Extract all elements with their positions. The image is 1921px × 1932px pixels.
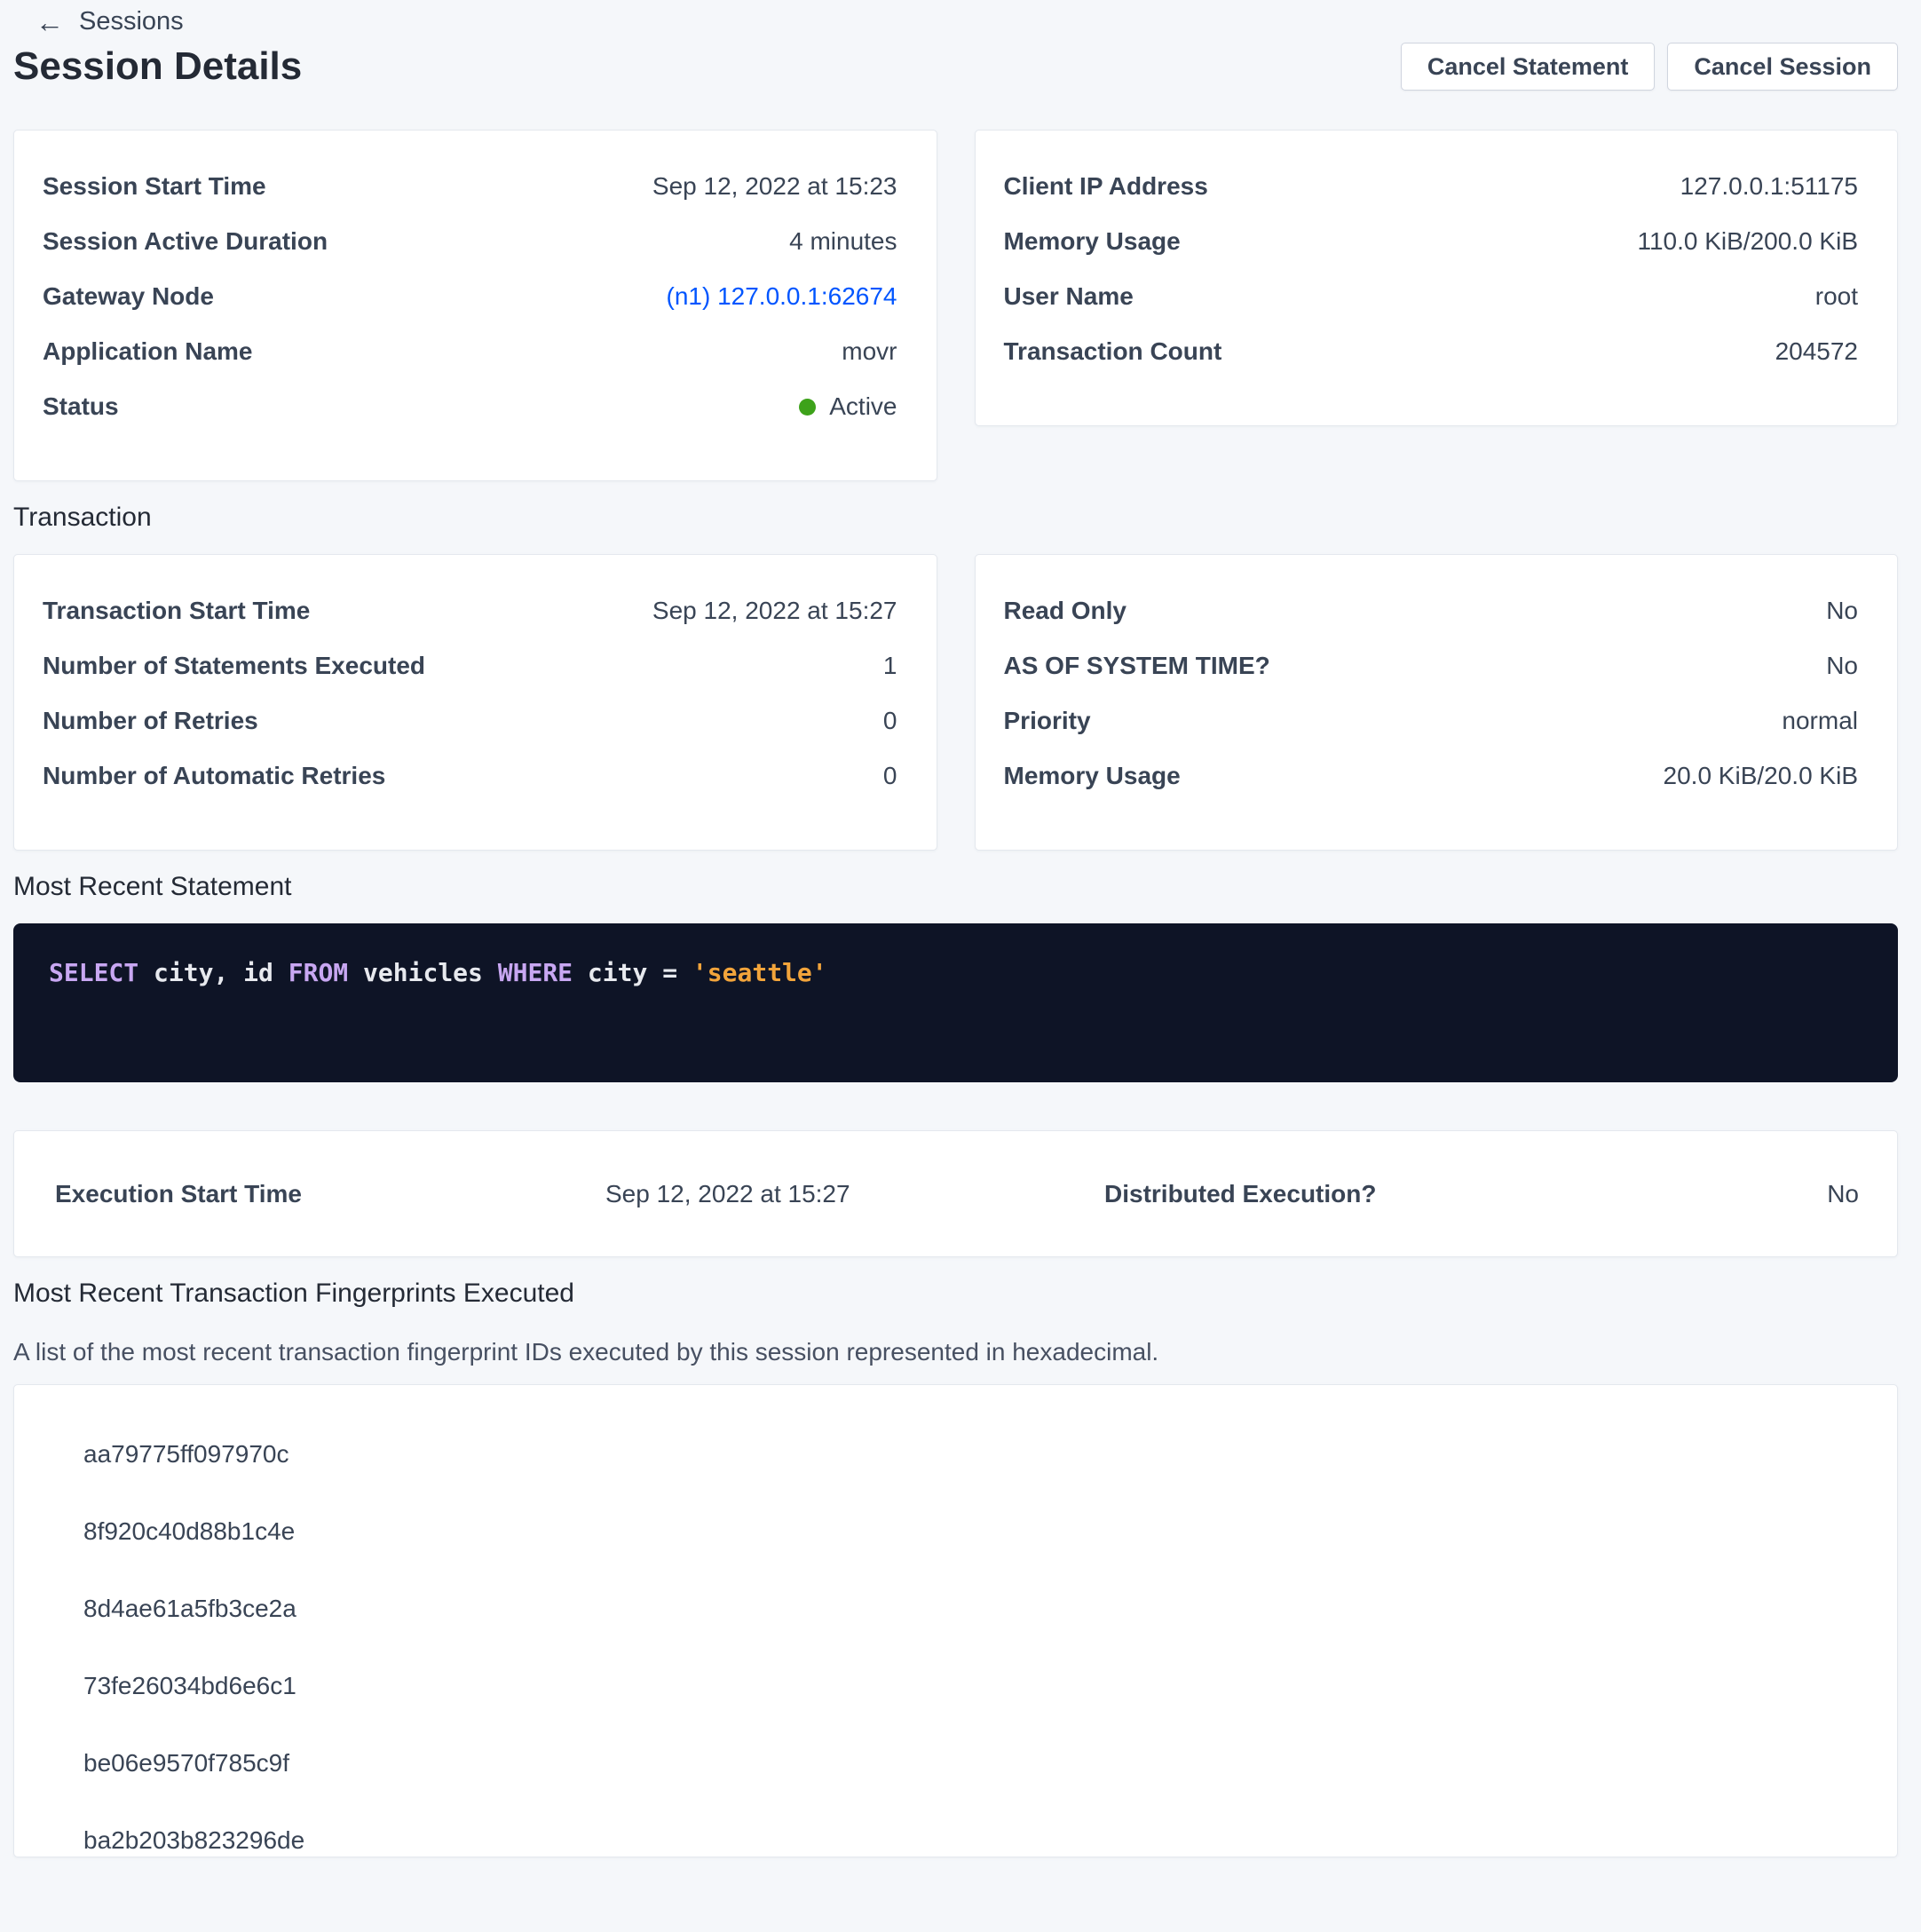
memory-usage-row: Memory Usage 110.0 KiB/200.0 KiB <box>1004 214 1859 269</box>
application-name-row: Application Name movr <box>43 324 897 379</box>
row-value: 110.0 KiB/200.0 KiB <box>1637 227 1858 256</box>
statements-executed-row: Number of Statements Executed 1 <box>43 638 897 693</box>
row-value: No <box>1826 652 1858 680</box>
fingerprint-item: aa79775ff097970c <box>83 1415 1858 1493</box>
back-to-sessions-link[interactable]: ← Sessions <box>36 7 184 36</box>
transaction-info-card: Transaction Start Time Sep 12, 2022 at 1… <box>13 554 937 851</box>
session-summary-grid: Session Start Time Sep 12, 2022 at 15:23… <box>13 130 1898 481</box>
page-title: Session Details <box>13 44 302 89</box>
sql-text: vehicles <box>348 958 498 987</box>
row-value: 20.0 KiB/20.0 KiB <box>1664 762 1858 790</box>
fingerprint-item: 8f920c40d88b1c4e <box>83 1493 1858 1570</box>
row-label: Application Name <box>43 337 252 366</box>
row-value: 0 <box>883 762 897 790</box>
fingerprint-item: ba2b203b823296de <box>83 1801 1858 1857</box>
row-value: No <box>1826 597 1858 625</box>
client-info-card: Client IP Address 127.0.0.1:51175 Memory… <box>975 130 1899 426</box>
distributed-execution-row: Distributed Execution? No <box>1104 1180 1859 1208</box>
transaction-properties-card: Read Only No AS OF SYSTEM TIME? No Prior… <box>975 554 1899 851</box>
fingerprint-item: be06e9570f785c9f <box>83 1724 1858 1801</box>
user-name-row: User Name root <box>1004 269 1859 324</box>
cancel-statement-button[interactable]: Cancel Statement <box>1401 43 1656 91</box>
row-label: Client IP Address <box>1004 172 1208 201</box>
fingerprints-description: A list of the most recent transaction fi… <box>13 1337 1898 1367</box>
retries-row: Number of Retries 0 <box>43 693 897 748</box>
row-value: 204572 <box>1775 337 1858 366</box>
sql-text: city, id <box>138 958 289 987</box>
automatic-retries-row: Number of Automatic Retries 0 <box>43 748 897 804</box>
distributed-execution-value: No <box>1827 1180 1859 1208</box>
row-label: Status <box>43 392 119 421</box>
sql-text: city = <box>573 958 692 987</box>
row-label: Priority <box>1004 707 1091 735</box>
row-label: Read Only <box>1004 597 1127 625</box>
row-label: Memory Usage <box>1004 762 1181 790</box>
gateway-node-row: Gateway Node (n1) 127.0.0.1:62674 <box>43 269 897 324</box>
sql-keyword: FROM <box>289 958 348 987</box>
as-of-system-time-row: AS OF SYSTEM TIME? No <box>1004 638 1859 693</box>
row-value: normal <box>1782 707 1858 735</box>
row-label: Number of Automatic Retries <box>43 762 385 790</box>
sql-statement-box: SELECT city, id FROM vehicles WHERE city… <box>13 923 1898 1082</box>
gateway-node-link[interactable]: (n1) 127.0.0.1:62674 <box>667 282 897 311</box>
transaction-count-row: Transaction Count 204572 <box>1004 324 1859 379</box>
row-value: root <box>1815 282 1858 311</box>
status-row: Status Active <box>43 379 897 434</box>
sql-keyword: SELECT <box>49 958 138 987</box>
execution-start-time-label: Execution Start Time <box>55 1180 605 1208</box>
row-value: 0 <box>883 707 897 735</box>
header-row: Session Details Cancel Statement Cancel … <box>13 43 1898 91</box>
transaction-section-heading: Transaction <box>13 503 1898 533</box>
fingerprints-section-heading: Most Recent Transaction Fingerprints Exe… <box>13 1279 1898 1309</box>
row-label: Session Active Duration <box>43 227 328 256</box>
row-value: 127.0.0.1:51175 <box>1680 172 1858 201</box>
status-text: Active <box>829 392 897 421</box>
fingerprint-item: 73fe26034bd6e6c1 <box>83 1647 1858 1724</box>
row-label: AS OF SYSTEM TIME? <box>1004 652 1270 680</box>
sql-statement: SELECT city, id FROM vehicles WHERE city… <box>49 955 1898 991</box>
row-label: Number of Retries <box>43 707 258 735</box>
header-actions: Cancel Statement Cancel Session <box>1401 43 1898 91</box>
row-label: Transaction Start Time <box>43 597 310 625</box>
priority-row: Priority normal <box>1004 693 1859 748</box>
breadcrumb-label: Sessions <box>79 7 184 36</box>
row-value: 1 <box>883 652 897 680</box>
row-value: 4 minutes <box>789 227 897 256</box>
row-label: User Name <box>1004 282 1134 311</box>
execution-start-time-value: Sep 12, 2022 at 15:27 <box>605 1180 1104 1208</box>
statement-section-heading: Most Recent Statement <box>13 872 1898 902</box>
fingerprint-item: 8d4ae61a5fb3ce2a <box>83 1570 1858 1647</box>
row-label: Gateway Node <box>43 282 214 311</box>
status-active-dot-icon <box>799 399 816 416</box>
session-start-time-row: Session Start Time Sep 12, 2022 at 15:23 <box>43 159 897 214</box>
row-value: Sep 12, 2022 at 15:23 <box>652 172 897 201</box>
fingerprints-card: aa79775ff097970c 8f920c40d88b1c4e 8d4ae6… <box>13 1384 1898 1857</box>
breadcrumb: ← Sessions <box>36 0 1898 36</box>
transaction-grid: Transaction Start Time Sep 12, 2022 at 1… <box>13 554 1898 851</box>
status-badge: Active <box>799 392 897 421</box>
arrow-left-icon: ← <box>36 8 64 36</box>
cancel-session-button[interactable]: Cancel Session <box>1667 43 1898 91</box>
session-details-page: ← Sessions Session Details Cancel Statem… <box>0 0 1921 1857</box>
row-label: Transaction Count <box>1004 337 1222 366</box>
row-value: Sep 12, 2022 at 15:27 <box>652 597 897 625</box>
sql-keyword: WHERE <box>498 958 573 987</box>
client-ip-row: Client IP Address 127.0.0.1:51175 <box>1004 159 1859 214</box>
row-label: Session Start Time <box>43 172 266 201</box>
sql-string: 'seattle' <box>692 958 827 987</box>
execution-card: Execution Start Time Sep 12, 2022 at 15:… <box>13 1130 1898 1257</box>
transaction-memory-usage-row: Memory Usage 20.0 KiB/20.0 KiB <box>1004 748 1859 804</box>
row-value: movr <box>842 337 897 366</box>
session-active-duration-row: Session Active Duration 4 minutes <box>43 214 897 269</box>
session-info-card: Session Start Time Sep 12, 2022 at 15:23… <box>13 130 937 481</box>
distributed-execution-label: Distributed Execution? <box>1104 1180 1376 1208</box>
row-label: Number of Statements Executed <box>43 652 425 680</box>
row-label: Memory Usage <box>1004 227 1181 256</box>
read-only-row: Read Only No <box>1004 583 1859 638</box>
transaction-start-time-row: Transaction Start Time Sep 12, 2022 at 1… <box>43 583 897 638</box>
